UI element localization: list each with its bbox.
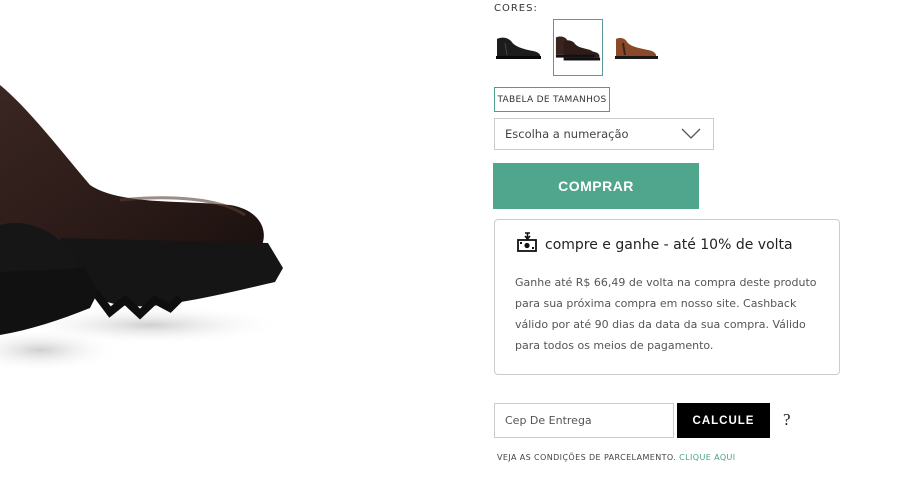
black-boot-thumbnail-icon (496, 37, 541, 59)
colors-label: CORES: (494, 3, 538, 14)
dark-brown-boot-thumbnail-icon (555, 35, 601, 60)
tan-boot-thumbnail-icon (615, 37, 658, 59)
calculate-button[interactable]: CALCULE (677, 403, 770, 438)
size-table-link[interactable]: TABELA DE TAMANHOS (494, 87, 610, 112)
color-swatch-dark-brown[interactable] (553, 19, 603, 76)
cep-input[interactable] (494, 403, 674, 438)
installments-note-text: VEJA AS CONDIÇÕES DE PARCELAMENTO. (497, 453, 677, 462)
product-image (0, 0, 300, 482)
cashback-box: compre e ganhe - até 10% de volta Ganhe … (494, 219, 840, 375)
color-swatch-black[interactable] (493, 19, 543, 76)
installments-link[interactable]: CLIQUE AQUI (679, 453, 735, 462)
help-icon[interactable]: ? (783, 410, 791, 430)
buy-button[interactable]: COMPRAR (493, 163, 699, 209)
cashback-icon (516, 232, 538, 258)
cashback-title: compre e ganhe - até 10% de volta (545, 237, 793, 253)
color-swatch-tan[interactable] (612, 19, 662, 76)
size-select-placeholder: Escolha a numeração (505, 127, 629, 141)
cashback-description: Ganhe até R$ 66,49 de volta na compra de… (515, 276, 817, 352)
size-select[interactable]: Escolha a numeração (494, 118, 714, 150)
chevron-down-icon (681, 128, 701, 143)
installments-note: VEJA AS CONDIÇÕES DE PARCELAMENTO. CLIQU… (497, 453, 736, 462)
chelsea-boot-image-icon (0, 85, 285, 372)
